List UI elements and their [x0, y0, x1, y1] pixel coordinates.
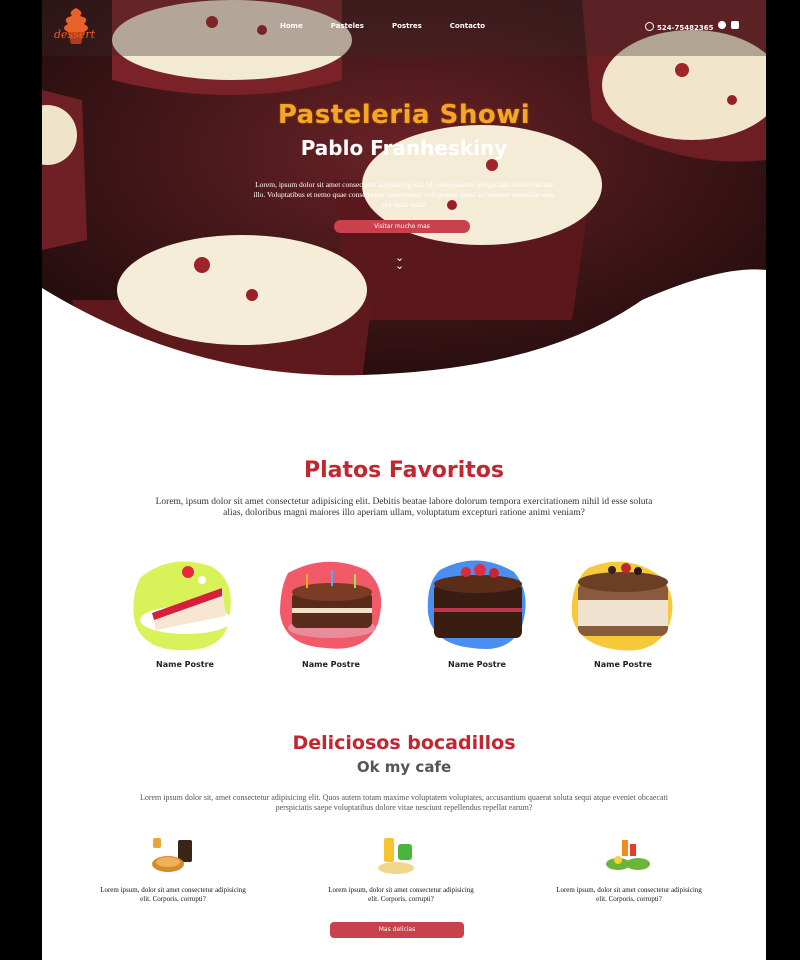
- favorite-item[interactable]: Name Postre: [422, 558, 532, 678]
- favorite-item-name: Name Postre: [448, 660, 506, 669]
- favorite-item[interactable]: Name Postre: [568, 558, 678, 678]
- social-links: [718, 21, 739, 29]
- nav-link-contacto[interactable]: Contacto: [450, 22, 485, 30]
- scroll-down-icon[interactable]: ⌄ ⌄: [395, 252, 404, 271]
- cake-slice-icon: [133, 561, 232, 651]
- hero-description: Lorem, ipsum dolor sit amet consectetur …: [253, 180, 555, 209]
- drip-cake-icon: [571, 561, 673, 651]
- favorite-item-name: Name Postre: [594, 660, 652, 669]
- favoritos-description: Lorem, ipsum dolor sit amet consectetur …: [155, 497, 653, 518]
- nav-links: Home Pasteles Postres Contacto: [280, 22, 513, 30]
- bocadillos-title: Deliciosos bocadillos: [292, 732, 516, 754]
- bocadillo-item[interactable]: Lorem ipsum, dolor sit amet consectetur …: [326, 836, 476, 916]
- hero-title: Pasteleria Showi: [277, 100, 531, 130]
- navbar: dessert Home Pasteles Postres Contacto 5…: [42, 0, 766, 56]
- favorite-item-name: Name Postre: [302, 660, 360, 669]
- favorite-item[interactable]: Name Postre: [130, 558, 240, 678]
- bocadillos-subtitle: Ok my cafe: [356, 758, 452, 776]
- page: dessert Home Pasteles Postres Contacto 5…: [42, 0, 766, 960]
- coffee-croissant-icon: [152, 838, 192, 872]
- hero-subtitle: Pablo Franheskiny: [300, 136, 508, 160]
- hero-section: dessert Home Pasteles Postres Contacto 5…: [42, 0, 766, 380]
- phone-contact[interactable]: 524-75482365: [645, 22, 713, 32]
- nav-link-pasteles[interactable]: Pasteles: [331, 22, 364, 30]
- favorite-item-name: Name Postre: [156, 660, 214, 669]
- juice-snacks-icon: [378, 838, 414, 874]
- bocadillos-description: Lorem ipsum dolor sit, amet consectetur …: [139, 793, 669, 812]
- bocadillo-item[interactable]: Lorem ipsum, dolor sit amet consectetur …: [98, 836, 248, 916]
- bocadillo-text: Lorem ipsum, dolor sit amet consectetur …: [328, 886, 474, 903]
- breakfast-plates-icon: [606, 840, 650, 870]
- logo-icon[interactable]: [54, 4, 98, 50]
- chocolate-cake-icon: [427, 560, 526, 650]
- nav-link-home[interactable]: Home: [280, 22, 303, 30]
- nav-link-postres[interactable]: Postres: [392, 22, 422, 30]
- phone-number: 524-75482365: [657, 24, 714, 32]
- bocadillo-item[interactable]: Lorem ipsum, dolor sit amet consectetur …: [554, 836, 704, 916]
- favorite-item[interactable]: Name Postre: [276, 558, 386, 678]
- bocadillo-text: Lorem ipsum, dolor sit amet consectetur …: [556, 886, 702, 903]
- birthday-cake-icon: [280, 561, 382, 649]
- bocadillo-text: Lorem ipsum, dolor sit amet consectetur …: [100, 886, 246, 903]
- phone-icon: [645, 22, 654, 31]
- more-delicacies-button[interactable]: Mas delicias: [330, 922, 464, 938]
- facebook-icon[interactable]: [718, 21, 726, 29]
- hero-cta-button[interactable]: Visitar mucho mas: [334, 220, 470, 233]
- favoritos-title: Platos Favoritos: [303, 458, 505, 483]
- logo-text: dessert: [54, 28, 96, 41]
- instagram-icon[interactable]: [731, 21, 739, 29]
